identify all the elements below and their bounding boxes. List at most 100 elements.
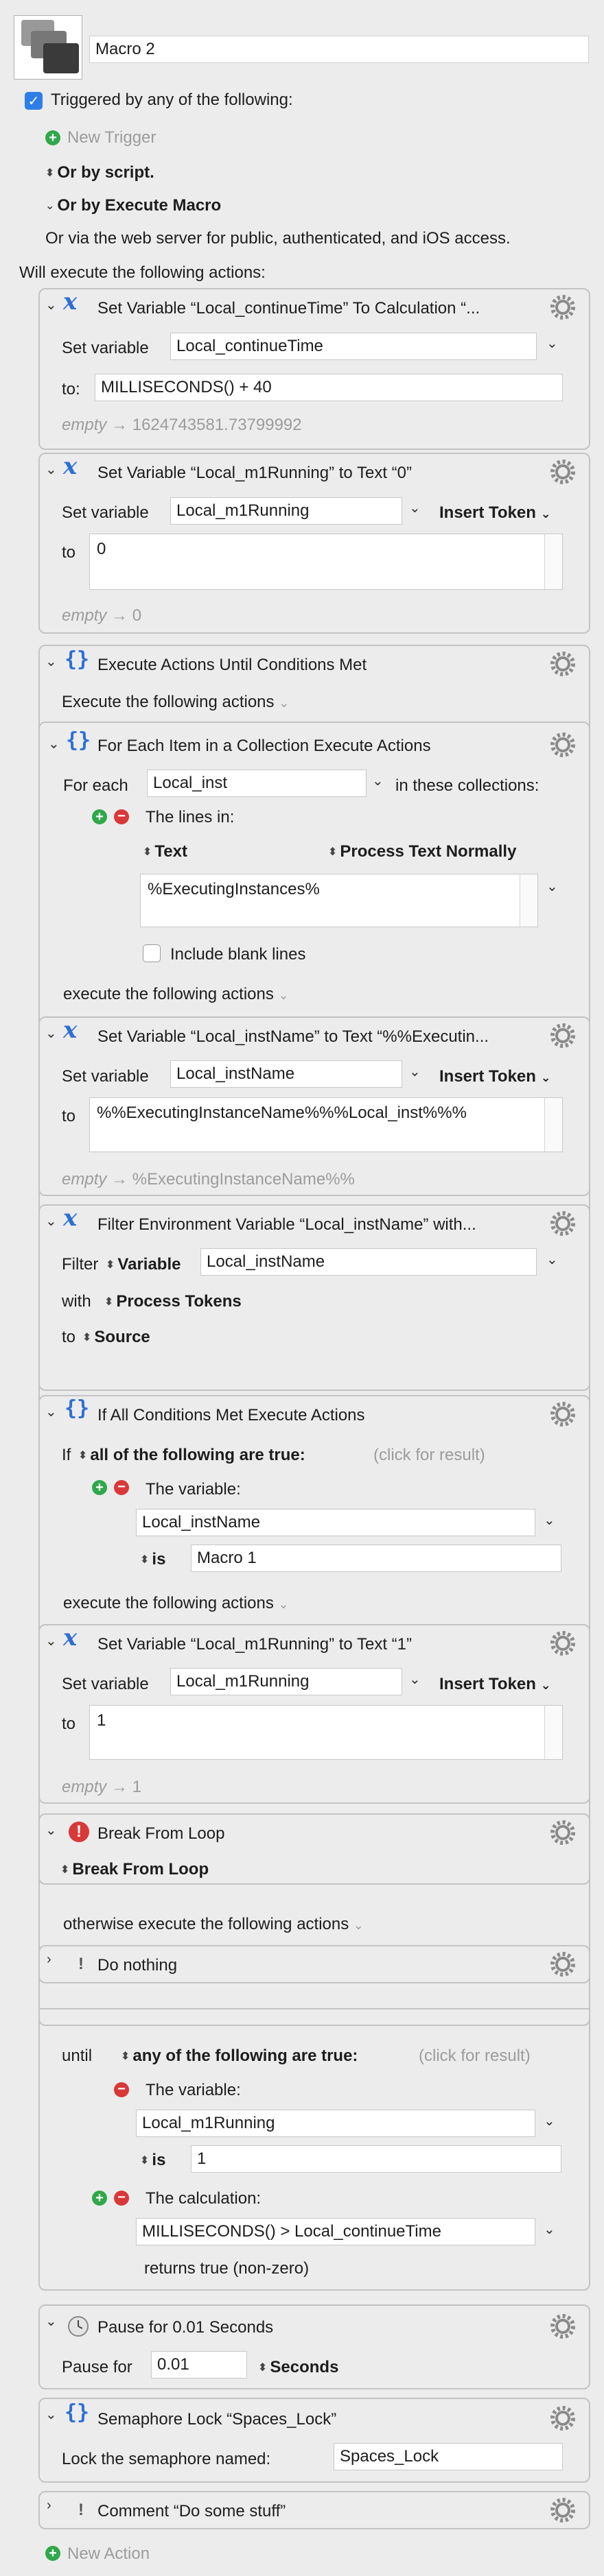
collapse-chevron[interactable]: ⌄ (45, 1403, 57, 1420)
semaphore-name-field[interactable]: Spaces_Lock (334, 2443, 563, 2470)
collapse-chevron[interactable]: ⌄ (45, 1822, 57, 1839)
execute-actions-label[interactable]: execute the following actions ⌄ (63, 985, 289, 1004)
chevron-down-icon[interactable]: ⌄ (409, 1063, 421, 1080)
click-for-result[interactable]: (click for result) (373, 1446, 485, 1465)
pause-for-label: Pause for (62, 2358, 132, 2376)
add-trigger-icon[interactable]: + (45, 130, 60, 145)
break-type-menu[interactable]: ⬍ Break From Loop (60, 1860, 209, 1879)
action-title: Filter Environment Variable “Local_instN… (97, 1215, 476, 1234)
variable-name-field[interactable]: Local_instName (170, 1060, 402, 1088)
insert-token-menu[interactable]: Insert Token ⌄ (439, 503, 551, 523)
chevron-down-icon[interactable]: ⌄ (372, 772, 384, 789)
gear-icon[interactable] (549, 2313, 577, 2340)
chevron-down-icon[interactable]: ⌄ (409, 1671, 421, 1688)
remove-condition-icon[interactable]: − (114, 2082, 129, 2097)
collapse-chevron[interactable]: ⌄ (45, 1213, 57, 1230)
gear-icon[interactable] (549, 1630, 577, 1657)
gear-icon[interactable] (549, 731, 577, 759)
otherwise-label[interactable]: otherwise execute the following actions … (63, 1915, 364, 1934)
add-action-icon[interactable]: + (45, 2546, 60, 2561)
include-blank-label: Include blank lines (170, 945, 306, 964)
chevron-down-icon: ⌄ (45, 200, 55, 212)
gear-icon[interactable] (549, 1951, 577, 1978)
text-value-field[interactable]: %%ExecutingInstanceName%%%Local_inst%%% (89, 1097, 563, 1152)
collapse-chevron[interactable]: ⌄ (45, 1025, 57, 1042)
text-value-field[interactable]: 1 (89, 1705, 563, 1760)
pause-duration-field[interactable]: 0.01 (151, 2351, 247, 2378)
macro-icon[interactable] (14, 15, 82, 80)
insert-token-menu[interactable]: Insert Token ⌄ (439, 1675, 551, 1694)
comparison-value-field[interactable]: 1 (191, 2145, 561, 2173)
new-trigger-link[interactable]: New Trigger (67, 128, 156, 147)
condition-variable-field[interactable]: Local_instName (136, 1509, 535, 1536)
lines-in-label: The lines in: (146, 808, 235, 826)
pause-unit-menu[interactable]: ⬍ Seconds (258, 2358, 338, 2377)
variable-name-field[interactable]: Local_continueTime (170, 333, 537, 360)
remove-condition-icon[interactable]: − (114, 1480, 129, 1495)
expand-chevron[interactable]: › (47, 1952, 51, 1968)
execute-actions-label[interactable]: execute the following actions ⌄ (63, 1594, 289, 1613)
collection-text-field[interactable]: %ExecutingInstances% (140, 874, 538, 927)
add-condition-icon[interactable]: + (92, 2191, 107, 2206)
collapse-chevron[interactable]: ⌄ (45, 2406, 57, 2423)
or-by-execute-macro[interactable]: ⌄ Or by Execute Macro (45, 196, 221, 215)
calculation-field[interactable]: MILLISECONDS() + 40 (95, 374, 563, 401)
insert-token-menu[interactable]: Insert Token ⌄ (439, 1067, 551, 1086)
collapse-chevron[interactable]: ⌄ (45, 2313, 57, 2330)
until-mode-menu[interactable]: ⬍ any of the following are true: (121, 2047, 358, 2066)
collapse-chevron[interactable]: ⌄ (45, 1632, 57, 1649)
in-collections-label: in these collections: (395, 776, 539, 795)
variable-name-field[interactable]: Local_m1Running (170, 497, 402, 525)
new-action-link[interactable]: New Action (67, 2544, 150, 2564)
chevron-down-icon[interactable]: ⌄ (546, 335, 558, 352)
text-value-field[interactable]: 0 (89, 534, 563, 590)
filter-variable-field[interactable]: Local_instName (200, 1248, 537, 1276)
filter-type-menu[interactable]: ⬍ Variable (106, 1255, 181, 1274)
click-for-result[interactable]: (click for result) (419, 2047, 531, 2066)
collapse-chevron[interactable]: ⌄ (45, 296, 57, 313)
gear-icon[interactable] (549, 1400, 577, 1428)
comparison-menu[interactable]: ⬍ is (140, 2151, 165, 2170)
filter-to-menu[interactable]: ⬍ Source (82, 1328, 150, 1347)
chevron-down-icon[interactable]: ⌄ (544, 2221, 555, 2238)
gear-icon[interactable] (549, 1210, 577, 1237)
collapse-chevron[interactable]: ⌄ (48, 735, 60, 752)
expand-chevron[interactable]: › (47, 2498, 51, 2514)
text-source-menu[interactable]: ⬍ Text (143, 842, 187, 861)
triggered-checkbox[interactable]: ✓ (25, 92, 43, 110)
chevron-down-icon[interactable]: ⌄ (546, 878, 558, 895)
action-title: Semaphore Lock “Spaces_Lock” (97, 2410, 337, 2429)
gear-icon[interactable] (549, 294, 577, 321)
chevron-down-icon[interactable]: ⌄ (546, 1251, 558, 1268)
calculation-field[interactable]: MILLISECONDS() > Local_continueTime (136, 2218, 535, 2245)
gear-icon[interactable] (549, 1022, 577, 1049)
gear-icon[interactable] (549, 1819, 577, 1846)
filter-with-menu[interactable]: ⬍ Process Tokens (104, 1292, 242, 1311)
remove-collection-icon[interactable]: − (114, 809, 129, 824)
add-condition-icon[interactable]: + (92, 1480, 107, 1495)
process-text-menu[interactable]: ⬍ Process Text Normally (328, 842, 516, 861)
action-title: For Each Item in a Collection Execute Ac… (97, 737, 431, 755)
include-blank-lines-checkbox[interactable] (143, 944, 161, 962)
remove-condition-icon[interactable]: − (114, 2191, 129, 2206)
chevron-down-icon[interactable]: ⌄ (544, 2112, 555, 2130)
chevron-down-icon[interactable]: ⌄ (409, 499, 421, 516)
gear-icon[interactable] (549, 650, 577, 678)
item-variable-field[interactable]: Local_inst (147, 770, 367, 797)
collapse-chevron[interactable]: ⌄ (45, 461, 57, 478)
execute-actions-label[interactable]: Execute the following actions ⌄ (62, 693, 289, 712)
comparison-menu[interactable]: ⬍ is (140, 1550, 165, 1569)
add-collection-icon[interactable]: + (92, 809, 107, 824)
gear-icon[interactable] (549, 458, 577, 486)
macro-name-field[interactable]: Macro 2 (89, 36, 589, 63)
action-title: Set Variable “Local_continueTime” To Cal… (97, 299, 480, 318)
variable-name-field[interactable]: Local_m1Running (170, 1668, 402, 1695)
gear-icon[interactable] (549, 2496, 577, 2524)
gear-icon[interactable] (549, 2405, 577, 2432)
condition-variable-field[interactable]: Local_m1Running (136, 2110, 535, 2137)
or-by-script[interactable]: ⬍ Or by script. (45, 163, 154, 182)
comparison-value-field[interactable]: Macro 1 (191, 1545, 561, 1572)
condition-mode-menu[interactable]: ⬍ all of the following are true: (78, 1446, 305, 1465)
collapse-chevron[interactable]: ⌄ (45, 653, 57, 670)
chevron-down-icon[interactable]: ⌄ (544, 1512, 555, 1529)
